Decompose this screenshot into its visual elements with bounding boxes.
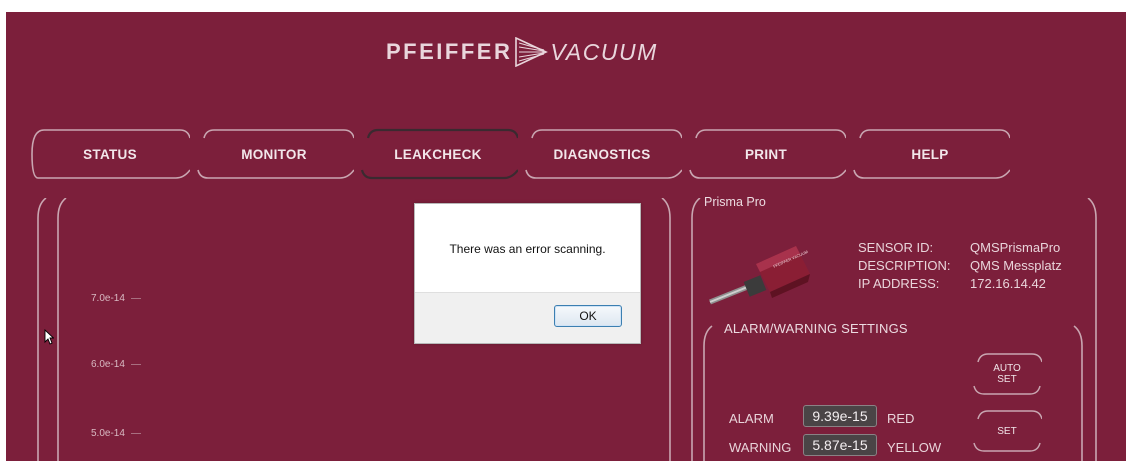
auto-set-line2: SET <box>997 374 1017 385</box>
ip-address-label: IP ADDRESS: <box>858 276 940 291</box>
dialog-footer: OK <box>415 292 640 343</box>
tab-print-label: PRINT <box>745 146 787 162</box>
y-tick-label: 7.0e-14 <box>91 293 141 304</box>
set-button[interactable]: SET <box>972 409 1042 453</box>
warning-value-field[interactable]: 5.87e-15 <box>803 434 877 456</box>
error-message: There was an error scanning. <box>449 242 606 256</box>
alarm-label: ALARM <box>729 411 774 426</box>
warning-color-label: YELLOW <box>887 440 942 455</box>
sensor-id-value: QMSPrismaPro <box>970 240 1061 255</box>
logo-text-right: VACUUM <box>550 38 658 65</box>
auto-set-line1: AUTO <box>993 363 1021 374</box>
tab-diagnostics-label: DIAGNOSTICS <box>553 146 651 162</box>
alarm-value-field[interactable]: 9.39e-15 <box>803 405 877 427</box>
device-info-labels: SENSOR ID: DESCRIPTION: IP ADDRESS: <box>858 239 950 293</box>
y-tick-label: 6.0e-14 <box>91 359 141 370</box>
description-label: DESCRIPTION: <box>858 258 951 273</box>
warning-label: WARNING <box>729 440 792 455</box>
tab-help[interactable]: HELP <box>850 128 1010 180</box>
logo-text-left: PFEIFFER <box>386 39 513 64</box>
app-window: PFEIFFER VACUUM STATUS MONITOR LEAKCHECK… <box>6 12 1126 461</box>
description-value: QMS Messplatz <box>970 258 1062 273</box>
tab-diagnostics[interactable]: DIAGNOSTICS <box>522 128 682 180</box>
left-panel-bracket <box>37 198 67 461</box>
error-dialog: There was an error scanning. OK <box>414 203 641 344</box>
ok-button[interactable]: OK <box>554 305 622 327</box>
alarm-settings-title: ALARM/WARNING SETTINGS <box>724 321 908 336</box>
tab-print[interactable]: PRINT <box>686 128 846 180</box>
auto-set-button[interactable]: AUTO SET <box>972 352 1042 396</box>
tab-status-label: STATUS <box>83 146 137 162</box>
tab-leakcheck[interactable]: LEAKCHECK <box>358 128 518 180</box>
tab-leakcheck-label: LEAKCHECK <box>394 146 482 162</box>
tab-status[interactable]: STATUS <box>30 128 190 180</box>
right-panel-bracket <box>1087 198 1097 461</box>
ip-address-value: 172.16.14.42 <box>970 276 1046 291</box>
device-info-values: QMSPrismaPro QMS Messplatz 172.16.14.42 <box>970 239 1062 293</box>
y-tick-label: 5.0e-14 <box>91 428 141 439</box>
logo-mark-icon <box>515 37 549 67</box>
device-title: Prisma Pro <box>704 195 766 209</box>
pfeiffer-vacuum-logo: PFEIFFER VACUUM <box>386 34 658 70</box>
mouse-cursor-icon <box>44 329 54 345</box>
prisma-pro-sensor-image: PFEIFFER VACUUM <box>709 246 810 305</box>
tab-monitor[interactable]: MONITOR <box>194 128 354 180</box>
set-button-label: SET <box>997 425 1017 437</box>
tab-help-label: HELP <box>911 146 949 162</box>
sensor-id-label: SENSOR ID: <box>858 240 934 255</box>
alarm-color-label: RED <box>887 411 915 426</box>
tab-monitor-label: MONITOR <box>241 146 307 162</box>
middle-panel-bracket <box>661 198 701 461</box>
